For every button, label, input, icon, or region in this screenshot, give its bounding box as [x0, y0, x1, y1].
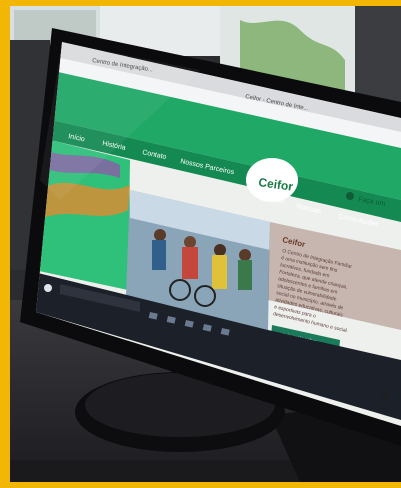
power-button-icon [382, 393, 388, 399]
header-user-icon[interactable] [346, 192, 354, 200]
start-icon[interactable] [44, 284, 52, 292]
photo-scene: Centro de Integração... Ceifor - Centro … [0, 0, 401, 488]
monitor-photo: Centro de Integração... Ceifor - Centro … [0, 0, 401, 488]
